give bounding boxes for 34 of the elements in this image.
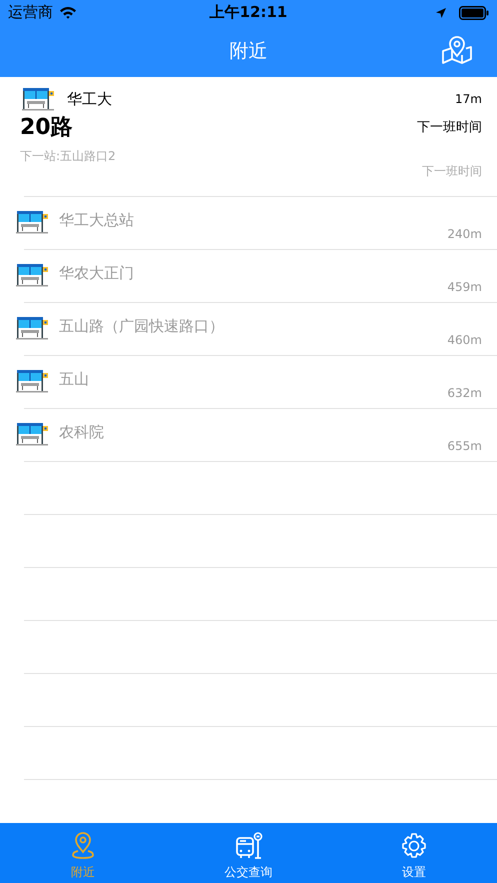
stop-name: 华农大正门	[59, 264, 135, 283]
wifi-icon	[59, 6, 77, 19]
route-name: 20路	[20, 114, 73, 142]
tab-item[interactable]: 附近	[0, 823, 166, 883]
location-arrow-icon	[435, 6, 447, 18]
bus-stop-sign-icon	[234, 832, 262, 860]
stop-name: 华工大	[67, 90, 113, 108]
tab-item[interactable]: 公交查询	[166, 823, 332, 883]
bus-stop-icon	[16, 210, 48, 234]
stop-distance: 632m	[447, 386, 482, 400]
stop-distance: 459m	[447, 280, 482, 294]
stop-name: 五山路（广园快速路口）	[59, 317, 225, 336]
stop-distance: 240m	[447, 227, 482, 241]
tab-item[interactable]: 设置	[331, 823, 497, 883]
map-button[interactable]	[441, 34, 475, 66]
battery-icon	[459, 6, 489, 20]
next-stop-text: 下一站:五山路口2	[20, 148, 116, 165]
stop-name: 华工大总站	[59, 211, 135, 230]
bus-stop-icon	[22, 87, 54, 111]
status-time: 上午12:11	[210, 3, 288, 22]
bus-stop-icon	[16, 422, 48, 446]
bus-stop-icon	[16, 368, 48, 392]
bus-stop-icon	[16, 316, 48, 340]
next-bus-time: 下一班时间	[422, 163, 482, 180]
bus-stop-icon	[16, 262, 48, 286]
next-bus-label: 下一班时间	[417, 119, 482, 136]
stop-distance: 17m	[455, 92, 482, 106]
stop-distance: 460m	[447, 333, 482, 347]
settings-icon	[400, 832, 428, 860]
stop-distance: 655m	[447, 439, 482, 453]
carrier-name: 运营商	[8, 3, 53, 22]
stop-name: 五山	[59, 370, 90, 389]
nav-title: 附近	[230, 39, 268, 64]
stop-name: 农科院	[59, 423, 105, 442]
